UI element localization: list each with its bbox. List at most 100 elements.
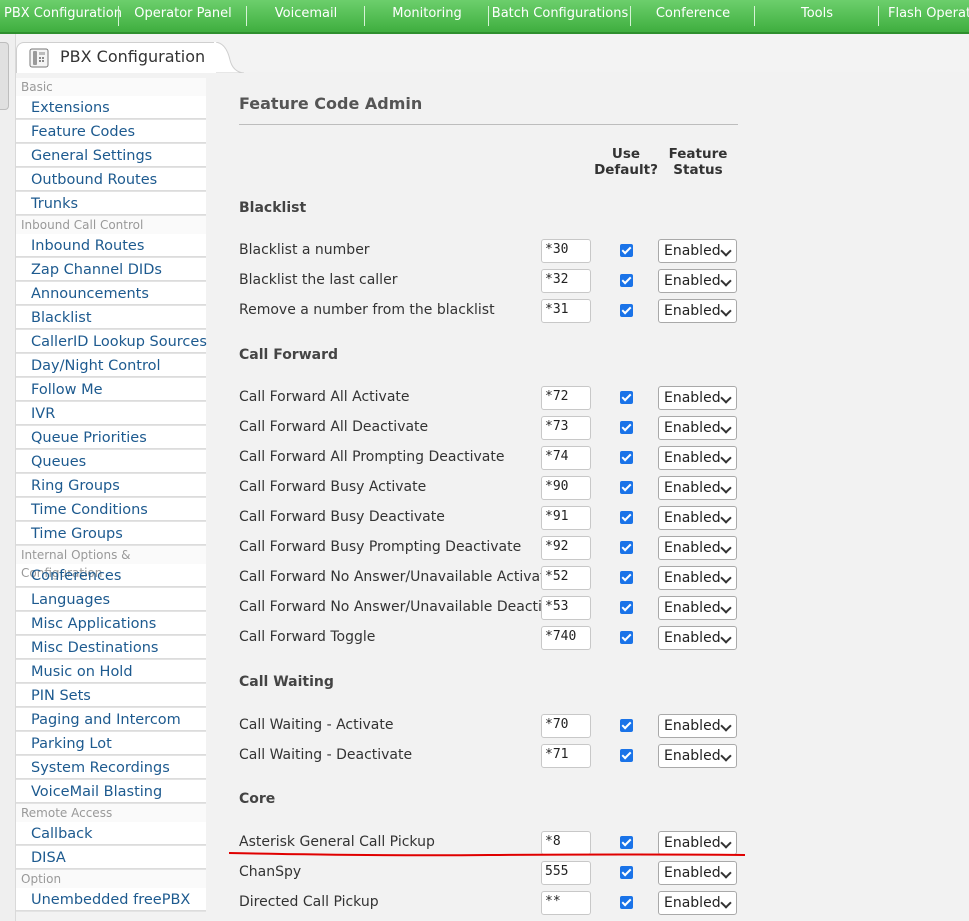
sidebar-item[interactable]: Follow Me xyxy=(16,378,206,402)
use-default-checkbox[interactable] xyxy=(620,601,633,614)
feature-status-select[interactable]: Enabled xyxy=(658,626,737,650)
sidebar-item[interactable]: Inbound Routes xyxy=(16,234,206,258)
feature-status-select[interactable]: Enabled xyxy=(658,566,737,590)
tab-pbx-configuration[interactable]: PBX Configuration xyxy=(16,42,218,73)
feature-code-input[interactable]: *72 xyxy=(541,386,591,410)
use-default-checkbox[interactable] xyxy=(620,244,633,257)
use-default-checkbox[interactable] xyxy=(620,541,633,554)
sidebar-item[interactable]: Time Groups xyxy=(16,522,206,546)
feature-status-select[interactable]: Enabled xyxy=(658,299,737,323)
feature-code-input[interactable]: *74 xyxy=(541,446,591,470)
title-divider xyxy=(239,124,738,125)
sidebar-item[interactable]: Queue Priorities xyxy=(16,426,206,450)
use-default-checkbox[interactable] xyxy=(620,451,633,464)
sidebar-item[interactable]: IVR xyxy=(16,402,206,426)
top-menu-item[interactable]: Flash Operator xyxy=(880,0,969,30)
sidebar-item[interactable]: VoiceMail Blasting xyxy=(16,780,206,804)
sidebar-item[interactable]: Misc Destinations xyxy=(16,636,206,660)
feature-status-select[interactable]: Enabled xyxy=(658,476,737,500)
top-menu-item[interactable]: Operator Panel xyxy=(120,0,246,30)
sidebar-item[interactable]: Misc Applications xyxy=(16,612,206,636)
feature-code-input[interactable]: *31 xyxy=(541,299,591,323)
feature-label: Call Waiting - Activate xyxy=(239,717,394,733)
sidebar-item[interactable]: Feature Codes xyxy=(16,120,206,144)
sidebar-item[interactable]: Zap Channel DIDs xyxy=(16,258,206,282)
sidebar-item[interactable]: Blacklist xyxy=(16,306,206,330)
use-default-checkbox[interactable] xyxy=(620,274,633,287)
chevron-down-icon xyxy=(720,275,732,287)
sidebar-item[interactable]: Announcements xyxy=(16,282,206,306)
use-default-checkbox[interactable] xyxy=(620,749,633,762)
use-default-checkbox[interactable] xyxy=(620,896,633,909)
sidebar-item[interactable]: Parking Lot xyxy=(16,732,206,756)
sidebar-item[interactable]: Conferences xyxy=(16,564,206,588)
feature-code-input[interactable]: *73 xyxy=(541,416,591,440)
top-menu-item[interactable]: Voicemail xyxy=(248,0,364,30)
sidebar-item[interactable]: DISA xyxy=(16,846,206,870)
sidebar-item[interactable]: Trunks xyxy=(16,192,206,216)
feature-status-select[interactable]: Enabled xyxy=(658,446,737,470)
feature-code-input[interactable]: *70 xyxy=(541,714,591,738)
feature-status-select[interactable]: Enabled xyxy=(658,891,737,915)
use-default-checkbox[interactable] xyxy=(620,304,633,317)
feature-status-select[interactable]: Enabled xyxy=(658,596,737,620)
sidebar-item[interactable]: Extensions xyxy=(16,96,206,120)
use-default-checkbox[interactable] xyxy=(620,866,633,879)
sidebar-item[interactable]: Unembedded freePBX xyxy=(16,888,206,912)
top-menu-item[interactable]: Monitoring xyxy=(366,0,488,30)
chevron-down-icon xyxy=(720,512,732,524)
sidebar-item[interactable]: Paging and Intercom xyxy=(16,708,206,732)
use-default-checkbox[interactable] xyxy=(620,836,633,849)
sidebar-item[interactable]: Queues xyxy=(16,450,206,474)
feature-status-value: Enabled xyxy=(664,450,721,466)
sidebar-item[interactable]: Outbound Routes xyxy=(16,168,206,192)
feature-code-input[interactable]: *91 xyxy=(541,506,591,530)
feature-code-input[interactable]: *71 xyxy=(541,744,591,768)
feature-label: Call Waiting - Deactivate xyxy=(239,747,413,763)
use-default-checkbox[interactable] xyxy=(620,391,633,404)
sidebar-item[interactable]: Callback xyxy=(16,822,206,846)
use-default-checkbox[interactable] xyxy=(620,719,633,732)
use-default-checkbox[interactable] xyxy=(620,481,633,494)
sidebar-item[interactable]: Music on Hold xyxy=(16,660,206,684)
sidebar-item[interactable]: CallerID Lookup Sources xyxy=(16,330,207,354)
use-default-checkbox[interactable] xyxy=(620,631,633,644)
top-menu-item[interactable]: Tools xyxy=(756,0,878,30)
feature-code-input[interactable]: *90 xyxy=(541,476,591,500)
feature-status-select[interactable]: Enabled xyxy=(658,744,737,768)
use-default-checkbox[interactable] xyxy=(620,421,633,434)
feature-status-select[interactable]: Enabled xyxy=(658,416,737,440)
use-default-checkbox[interactable] xyxy=(620,511,633,524)
feature-status-select[interactable]: Enabled xyxy=(658,269,737,293)
chevron-down-icon xyxy=(720,837,732,849)
feature-status-select[interactable]: Enabled xyxy=(658,536,737,560)
collapse-handle[interactable] xyxy=(0,42,9,110)
feature-code-input[interactable]: *740 xyxy=(541,626,591,650)
sidebar-item[interactable]: Languages xyxy=(16,588,206,612)
feature-code-input[interactable]: ** xyxy=(541,891,591,915)
sidebar-item[interactable]: Ring Groups xyxy=(16,474,206,498)
top-menu-item[interactable]: Batch Configurations xyxy=(490,0,630,30)
use-default-checkbox[interactable] xyxy=(620,571,633,584)
feature-code-input[interactable]: *92 xyxy=(541,536,591,560)
sidebar-item[interactable]: Time Conditions xyxy=(16,498,206,522)
feature-status-value: Enabled xyxy=(664,570,721,586)
feature-code-input[interactable]: 555 xyxy=(541,861,591,885)
top-menu-item[interactable]: Conference xyxy=(632,0,754,30)
feature-status-select[interactable]: Enabled xyxy=(658,506,737,530)
feature-code-input[interactable]: *30 xyxy=(541,239,591,263)
chevron-down-icon xyxy=(720,897,732,909)
sidebar-item[interactable]: System Recordings xyxy=(16,756,206,780)
feature-code-input[interactable]: *52 xyxy=(541,566,591,590)
feature-status-select[interactable]: Enabled xyxy=(658,861,737,885)
sidebar-item[interactable]: General Settings xyxy=(16,144,206,168)
feature-status-select[interactable]: Enabled xyxy=(658,239,737,263)
feature-code-input[interactable]: *32 xyxy=(541,269,591,293)
feature-status-select[interactable]: Enabled xyxy=(658,386,737,410)
sidebar-item[interactable]: PIN Sets xyxy=(16,684,206,708)
feature-code-input[interactable]: *53 xyxy=(541,596,591,620)
feature-status-select[interactable]: Enabled xyxy=(658,714,737,738)
sidebar-item[interactable]: Day/Night Control xyxy=(16,354,206,378)
top-menu-item[interactable]: PBX Configuration xyxy=(0,0,122,30)
top-menu-separator xyxy=(630,6,631,26)
